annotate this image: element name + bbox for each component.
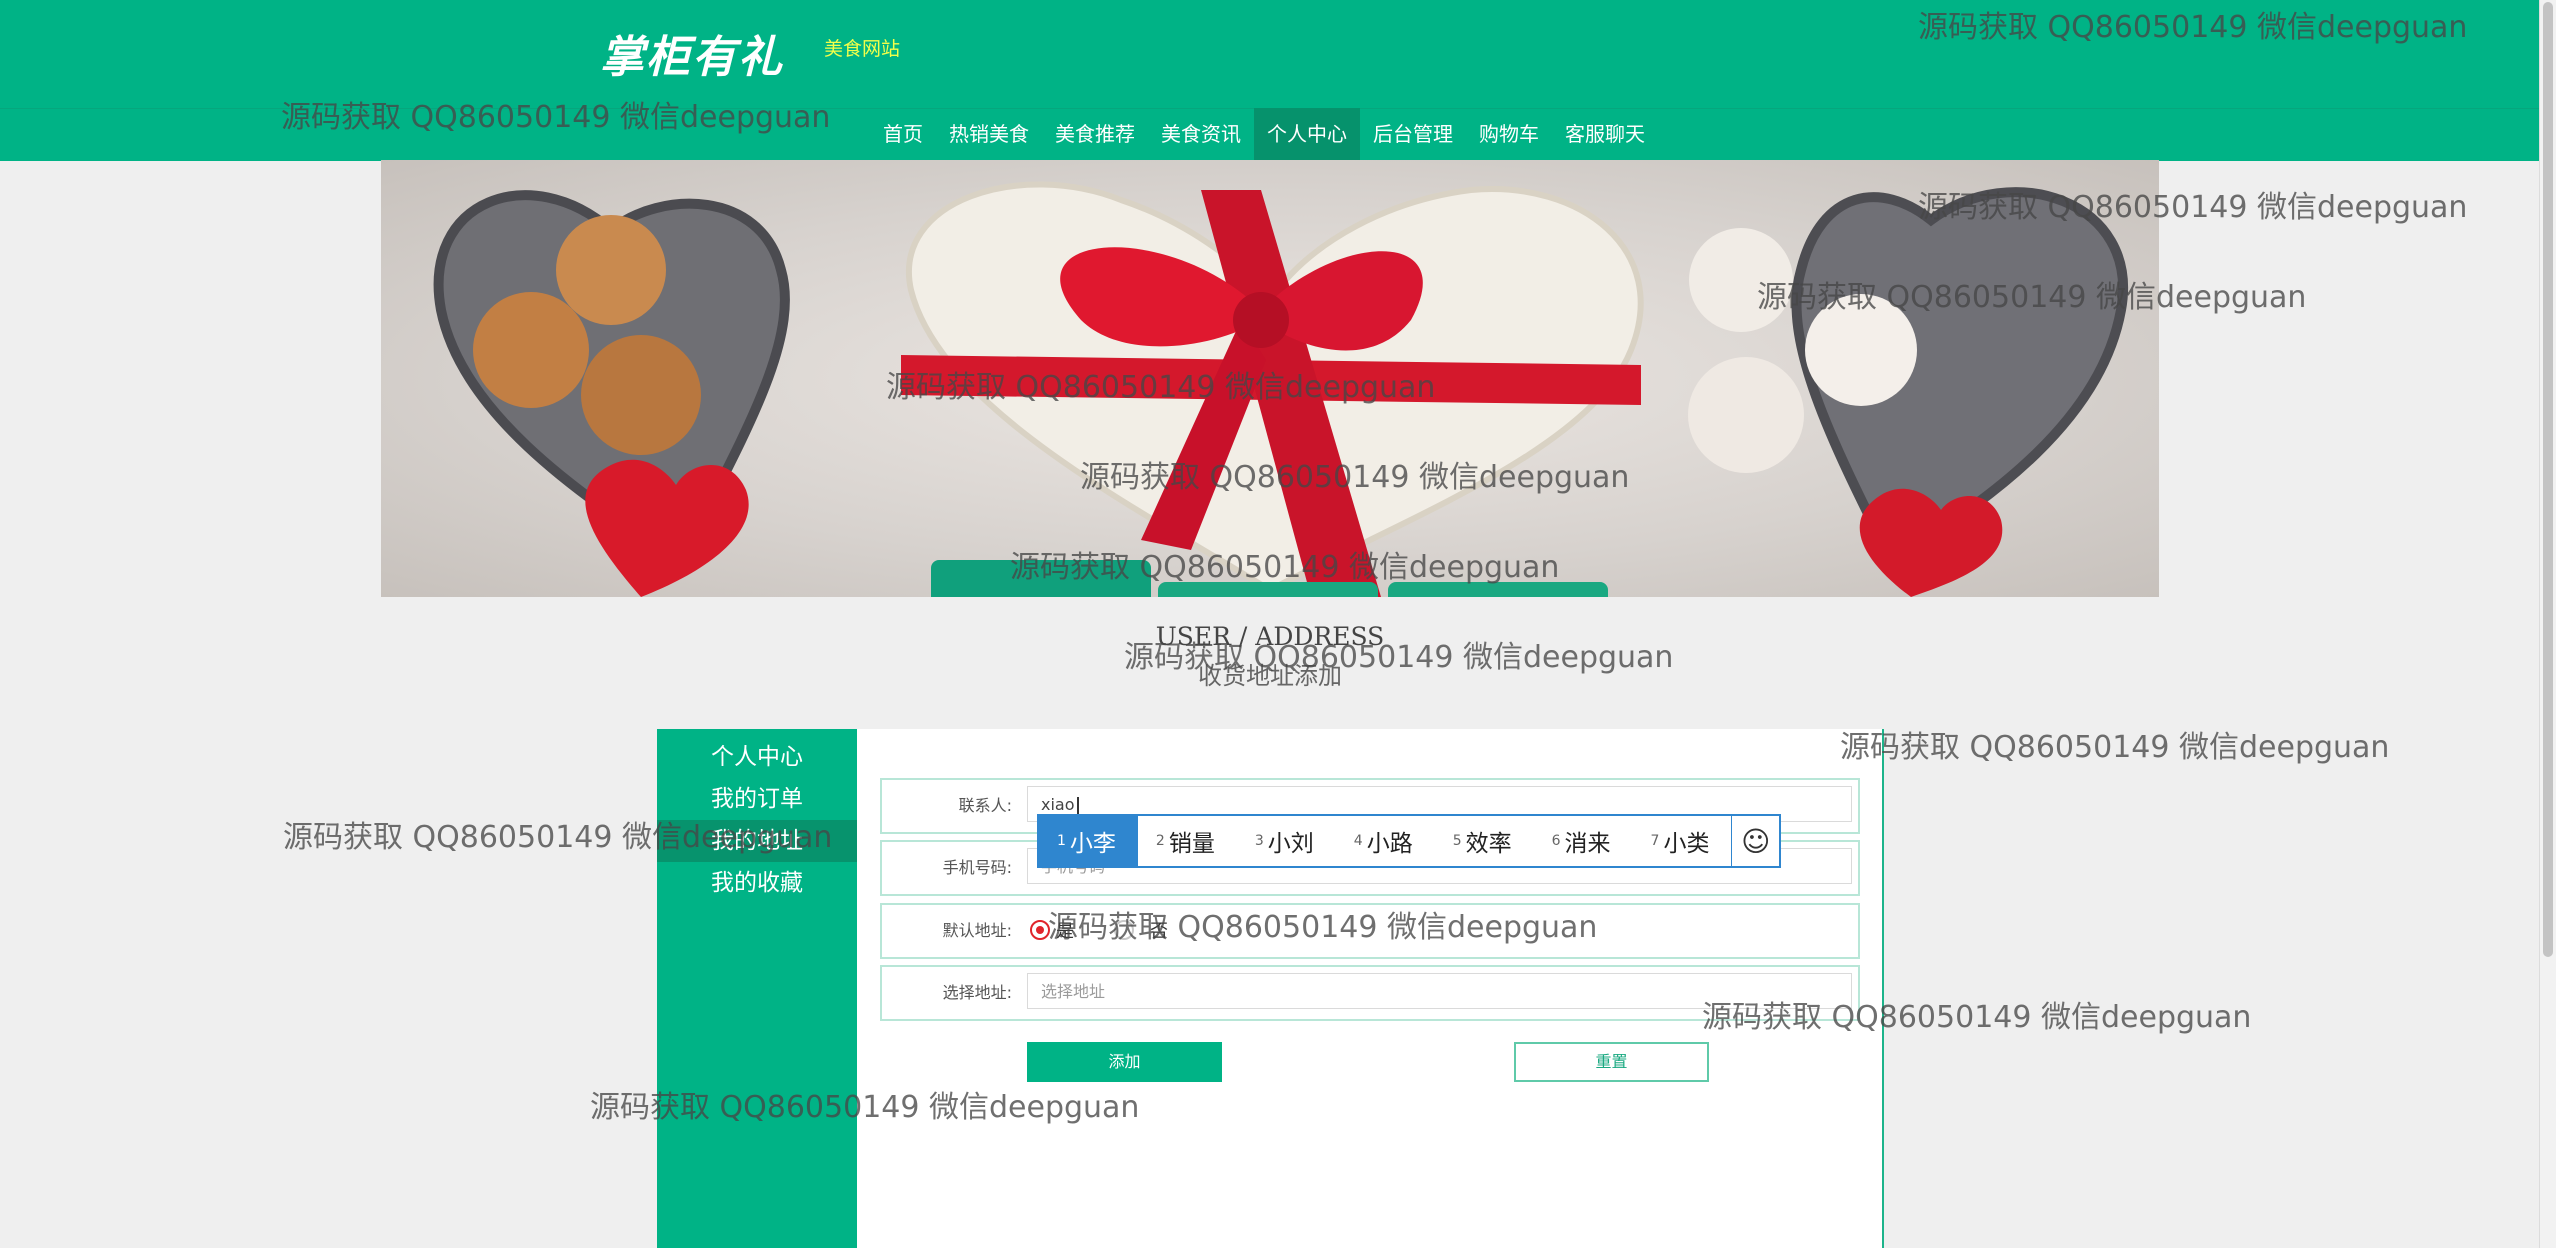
site-logo[interactable]: 掌柜有礼 [600, 26, 784, 83]
add-button[interactable]: 添加 [1027, 1042, 1222, 1082]
nav-item-user-center[interactable]: 个人中心 [1254, 108, 1360, 160]
nav-item-cart[interactable]: 购物车 [1466, 108, 1552, 160]
ime-candidate[interactable]: 5 效率 [1435, 816, 1534, 866]
default-no-label[interactable]: 否 [1150, 917, 1168, 943]
banner-tab-2[interactable] [1158, 582, 1378, 597]
contact-input-value: xiao [1041, 795, 1075, 814]
ime-candidate[interactable]: 2 销量 [1138, 816, 1237, 866]
default-yes-radio[interactable] [1030, 920, 1050, 940]
sidebar-item-favorites[interactable]: 我的收藏 [657, 862, 857, 904]
banner-tab-1[interactable] [931, 560, 1151, 597]
address-picker[interactable]: 选择地址 [1027, 973, 1852, 1009]
nav-item-news[interactable]: 美食资讯 [1148, 108, 1254, 160]
contact-label: 联系人: [958, 796, 1012, 815]
ime-candidate[interactable]: 7 小类 [1633, 816, 1732, 866]
scrollbar-thumb[interactable] [2543, 2, 2553, 957]
select-address-label: 选择地址: [942, 983, 1012, 1002]
banner-tab-3[interactable] [1388, 582, 1608, 597]
watermark: 源码获取 QQ86050149 微信deepguan [1840, 730, 2390, 765]
user-sidebar: 个人中心 我的订单 我的地址 我的收藏 [657, 729, 857, 1248]
ime-candidate[interactable]: 4 小路 [1336, 816, 1435, 866]
text-caret [1076, 796, 1079, 815]
ime-candidate[interactable]: 1 小李 [1039, 816, 1138, 866]
default-no-radio[interactable] [1114, 920, 1134, 940]
section-title-cn: 收货地址添加 [1198, 662, 1342, 690]
default-address-row: 默认地址: 是 否 [880, 903, 1860, 959]
nav-item-home[interactable]: 首页 [870, 108, 936, 160]
nav-item-chat[interactable]: 客服聊天 [1552, 108, 1658, 160]
nav-item-recommend[interactable]: 美食推荐 [1042, 108, 1148, 160]
sidebar-item-address[interactable]: 我的地址 [657, 820, 857, 862]
ime-candidate-bar: 1 小李 2 销量 3 小刘 4 小路 5 效率 6 消来 7 小类 ☺ [1037, 814, 1781, 868]
sidebar-item-user-center[interactable]: 个人中心 [657, 736, 857, 778]
page-scrollbar[interactable] [2539, 0, 2556, 1248]
phone-label: 手机号码: [942, 858, 1012, 877]
reset-button[interactable]: 重置 [1514, 1042, 1709, 1082]
nav-item-admin[interactable]: 后台管理 [1360, 108, 1466, 160]
site-subtitle: 美食网站 [824, 38, 901, 60]
section-title-en: USER / ADDRESS [1155, 622, 1385, 651]
banner-image [381, 160, 2159, 597]
main-nav: 首页 热销美食 美食推荐 美食资讯 个人中心 后台管理 购物车 客服聊天 [870, 108, 1658, 160]
default-address-label: 默认地址: [942, 921, 1012, 940]
banner-artwork [433, 181, 2128, 597]
nav-item-hot-food[interactable]: 热销美食 [936, 108, 1042, 160]
emoji-icon[interactable]: ☺ [1731, 816, 1779, 866]
select-address-row: 选择地址: 选择地址 [880, 965, 1860, 1021]
ime-candidate[interactable]: 6 消来 [1534, 816, 1633, 866]
top-header-bar [0, 0, 2540, 108]
ime-candidate[interactable]: 3 小刘 [1237, 816, 1336, 866]
logo-text: 掌柜有礼 [600, 32, 784, 83]
sidebar-item-orders[interactable]: 我的订单 [657, 778, 857, 820]
default-yes-label[interactable]: 是 [1056, 917, 1074, 943]
